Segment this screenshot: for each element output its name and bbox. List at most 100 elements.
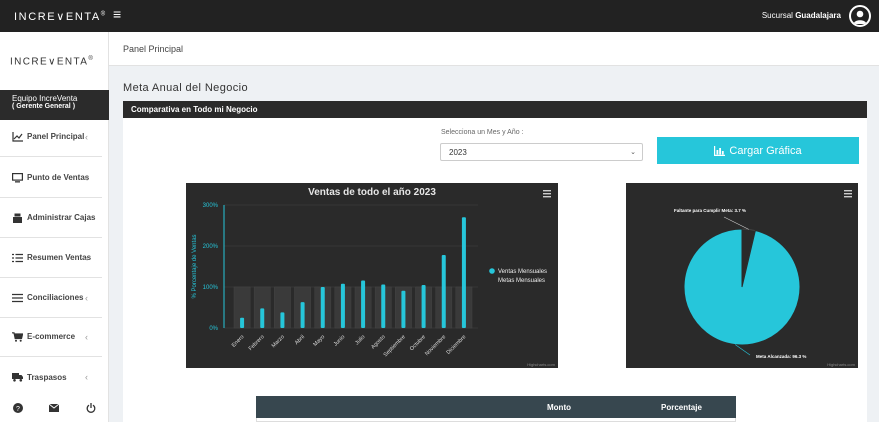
pie-data-label: Meta Alcanzada: 96.3 % xyxy=(756,354,806,359)
x-tick-label: Abril xyxy=(294,334,306,346)
x-tick-label: Febrero xyxy=(248,334,266,352)
sales-bar xyxy=(381,284,386,328)
pie-slice xyxy=(683,228,801,346)
month-year-label: Selecciona un Mes y Año : xyxy=(441,129,524,136)
svg-text:?: ? xyxy=(16,406,20,413)
chart-menu-icon[interactable] xyxy=(844,190,852,198)
x-tick-label: Julio xyxy=(354,334,366,346)
help-icon[interactable]: ? xyxy=(13,402,24,416)
goal-pie-chart: Faltante para Cumplir Meta: 3.7 % Meta Al… xyxy=(626,183,858,368)
chart-menu-line xyxy=(543,193,551,195)
sales-bar xyxy=(340,283,345,328)
sidebar-item-label: Traspasos xyxy=(27,372,67,382)
sidebar-item-label: Administrar Cajas xyxy=(27,213,96,222)
truck-icon xyxy=(12,372,23,383)
power-icon[interactable] xyxy=(86,402,96,416)
branch-name: Guadalajara xyxy=(795,11,841,20)
x-tick-label: Mayo xyxy=(312,334,326,348)
sidebar-item-e-commerce[interactable]: E-commerce ‹ xyxy=(0,317,102,357)
sidebar-item-resumen-ventas[interactable]: Resumen Ventas ‹ xyxy=(0,238,102,278)
sales-bar-chart: Ventas de todo el año 2023 0% 100% 200% 300%… xyxy=(186,183,558,368)
sales-bar xyxy=(320,287,325,328)
cash-register-icon xyxy=(12,212,23,223)
sidebar-item-administrar-cajas[interactable]: Administrar Cajas xyxy=(0,198,102,238)
legend-label: Metas Mensuales xyxy=(498,278,545,284)
sales-bar xyxy=(280,312,285,328)
x-tick-label: Septiembre xyxy=(383,334,407,358)
top-navbar: INCRE∨ENTA® ≡ Sucursal Guadalajara xyxy=(0,0,879,32)
mail-icon[interactable] xyxy=(49,403,60,415)
chevron-left-icon: ‹ xyxy=(85,172,88,183)
x-tick-label: Enero xyxy=(231,334,246,349)
x-tick-label: Junio xyxy=(333,334,347,348)
sidebar-item-label: Punto de Ventas xyxy=(27,173,90,182)
chart-menu-line xyxy=(844,193,852,195)
sidebar-logo-text: INCRE∨ENTA xyxy=(10,56,89,68)
sales-bar xyxy=(260,308,265,328)
chart-legend: Ventas Mensuales Metas Mensuales xyxy=(489,268,547,284)
cart-icon xyxy=(12,331,23,342)
chevron-left-icon: ‹ xyxy=(85,252,88,263)
y-tick-label: 0% xyxy=(209,326,218,332)
chevron-left-icon: ‹ xyxy=(85,331,88,342)
sales-bar-chart-svg: Ventas de todo el año 2023 0% 100% 200% 300%… xyxy=(192,187,556,367)
chevron-left-icon: ‹ xyxy=(85,292,88,303)
chevron-left-icon: ‹ xyxy=(85,372,88,382)
y-tick-label: 200% xyxy=(203,244,219,250)
sidebar-item-conciliaciones[interactable]: Conciliaciones ‹ xyxy=(0,278,102,318)
team-name: Equipo IncreVenta xyxy=(12,94,78,103)
monitor-icon xyxy=(12,172,23,183)
y-axis-title: % Porcentaje de Ventas xyxy=(192,234,198,298)
chart-title: Ventas de todo el año 2023 xyxy=(308,187,436,198)
load-chart-button[interactable]: Cargar Gráfica xyxy=(657,137,859,164)
sidebar-item-label: Resumen Ventas xyxy=(27,253,92,262)
goal-pie-chart-svg: Faltante para Cumplir Meta: 3.7 % Meta Al… xyxy=(674,190,856,367)
chevron-down-icon: ⌄ xyxy=(630,149,636,156)
data-label-connector xyxy=(723,216,749,230)
user-avatar-icon[interactable] xyxy=(849,5,871,27)
x-tick-label: Octubre xyxy=(409,334,427,352)
brand-text: INCRE∨ENTA xyxy=(14,11,101,23)
chart-menu-icon[interactable] xyxy=(543,190,551,198)
chart-menu-line xyxy=(844,190,852,192)
list-icon xyxy=(12,252,23,263)
sidebar-item-label: Panel Principal xyxy=(27,132,85,141)
bars-icon xyxy=(12,292,23,303)
page-title: Meta Anual del Negocio xyxy=(123,82,248,94)
sales-bar xyxy=(361,280,366,328)
branch-prefix: Sucursal xyxy=(761,11,796,20)
sales-bar xyxy=(240,317,245,328)
chevron-left-icon: ‹ xyxy=(85,131,88,142)
bar-chart-icon xyxy=(714,145,726,156)
chart-credits: Highcharts.com xyxy=(527,362,555,367)
brand-logo[interactable]: INCRE∨ENTA® xyxy=(14,10,107,23)
legend-marker xyxy=(489,268,495,274)
summary-table-header: Monto Porcentaje xyxy=(256,396,736,418)
sidebar-logo-mark: ® xyxy=(88,56,95,62)
x-tick-label: Diciembre xyxy=(446,334,468,356)
column-monto: Monto xyxy=(547,403,571,412)
sales-bar xyxy=(441,255,446,328)
hamburger-icon[interactable]: ≡ xyxy=(113,7,121,21)
chart-menu-line xyxy=(543,190,551,192)
sidebar-item-panel-principal[interactable]: Panel Principal ‹ xyxy=(0,117,102,157)
sidebar-item-punto-de-ventas[interactable]: Punto de Ventas ‹ xyxy=(0,158,102,198)
branch-indicator: Sucursal Guadalajara xyxy=(762,11,841,20)
team-role: ( Gerente General ) xyxy=(12,103,76,110)
sidebar-item-label: E-commerce xyxy=(27,332,76,341)
column-porcentaje: Porcentaje xyxy=(661,403,702,412)
team-card: Equipo IncreVenta ( Gerente General ) xyxy=(0,90,109,120)
data-label-connector xyxy=(735,344,751,356)
sidebar-item-traspasos[interactable]: Traspasos ‹ xyxy=(0,357,102,397)
load-chart-button-label: Cargar Gráfica xyxy=(729,144,802,157)
table-row xyxy=(256,418,736,422)
x-tick-label: Noviembre xyxy=(424,334,447,357)
y-tick-label: 300% xyxy=(203,203,219,209)
chart-menu-line xyxy=(543,196,551,198)
sidebar-logo: INCRE∨ENTA® xyxy=(10,56,94,67)
legend-label: Ventas Mensuales xyxy=(498,269,547,275)
sales-bar xyxy=(461,217,466,328)
chart-menu-line xyxy=(844,196,852,198)
chart-line-icon xyxy=(12,131,23,142)
month-year-select[interactable]: 2023 ⌄ xyxy=(440,143,643,161)
